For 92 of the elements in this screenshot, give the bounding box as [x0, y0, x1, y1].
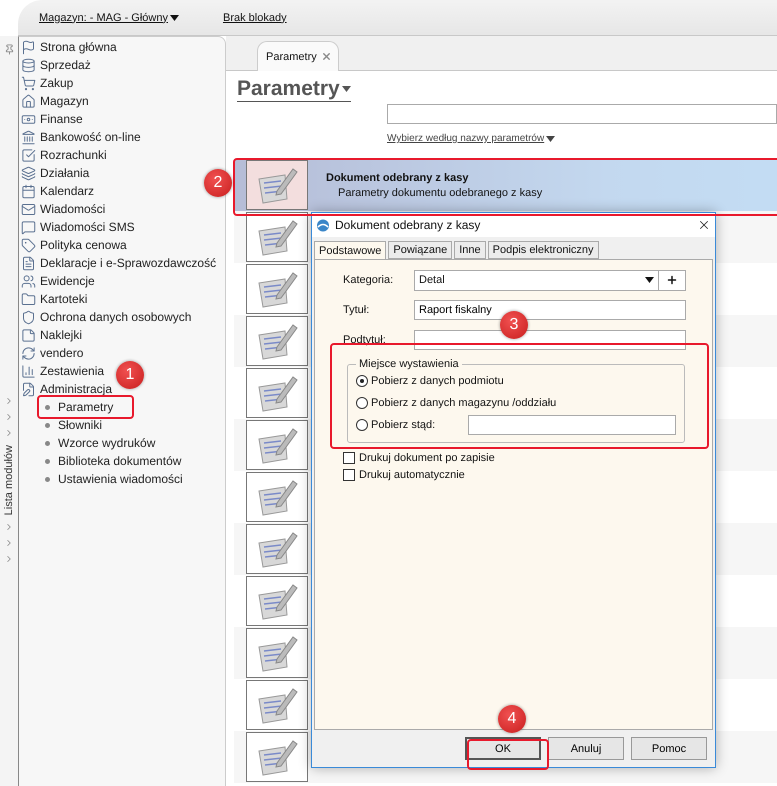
- radio-label[interactable]: Pobierz z danych magazynu /oddziału: [371, 397, 556, 409]
- sidebar-item[interactable]: Rozrachunki: [40, 148, 107, 162]
- document-icon: [21, 256, 36, 270]
- sidebar-item[interactable]: vendero: [40, 346, 84, 360]
- cart-icon: [21, 76, 36, 90]
- sidebar-item[interactable]: Ewidencje: [40, 274, 95, 288]
- sidebar-subitem[interactable]: Ustawienia wiadomości: [58, 472, 183, 486]
- lock-status-link[interactable]: Brak blokady: [222, 12, 287, 24]
- parameter-row[interactable]: Dokument odebrany z kasy Parametry dokumentu odebranego z kasy: [234, 159, 777, 211]
- envelope-icon: [21, 202, 36, 216]
- dialog-title: Dokument odebrany z kasy: [335, 218, 482, 232]
- filter-link[interactable]: Wybierz według nazwy parametrów: [387, 133, 556, 144]
- sidebar-item[interactable]: Kartoteki: [40, 292, 88, 306]
- warehouse-selector[interactable]: Magazyn: - MAG - Główny: [39, 12, 179, 24]
- caret-icon: [170, 14, 179, 20]
- sidebar-subitem[interactable]: Wzorce wydruków: [58, 436, 156, 450]
- dialog-button[interactable]: Pomoc: [631, 737, 707, 760]
- field-label: Podtytuł:: [343, 334, 387, 346]
- sidebar-item[interactable]: Deklaracje i e-Sprawozdawczość: [40, 256, 216, 270]
- note-icon: [21, 328, 36, 342]
- cycle-icon: [21, 346, 36, 360]
- sidebar-item[interactable]: Bankowość on-line: [40, 130, 141, 144]
- folder-icon: [21, 292, 36, 306]
- checkbox[interactable]: [343, 452, 355, 464]
- parameter-description: Parametry dokumentu odebranego z kasy: [337, 186, 542, 198]
- radio-label[interactable]: Pobierz z danych podmiotu: [371, 375, 504, 387]
- dialog-button[interactable]: OK: [465, 737, 541, 760]
- close-icon[interactable]: [697, 218, 711, 232]
- bullet-icon: [45, 440, 50, 446]
- sidebar-item[interactable]: Sprzedaż: [40, 58, 91, 72]
- radio-button[interactable]: [356, 397, 368, 409]
- radio-button[interactable]: [356, 419, 368, 431]
- calendar-icon: [21, 184, 36, 198]
- sidebar-subitem[interactable]: Słowniki: [58, 418, 102, 432]
- add-button[interactable]: [659, 270, 686, 290]
- document-pencil-icon: [21, 382, 36, 396]
- sidebar-item[interactable]: Naklejki: [40, 328, 82, 342]
- checkbox[interactable]: [343, 468, 355, 480]
- sidebar-subitem[interactable]: Parametry: [58, 400, 114, 414]
- field-label: Tytuł:: [343, 304, 370, 316]
- group-legend: Miejsce wystawienia: [356, 358, 462, 370]
- flag-icon: [21, 40, 36, 54]
- dialog-tab[interactable]: Inne: [454, 241, 486, 259]
- bullet-icon: [45, 404, 50, 410]
- input-field[interactable]: [468, 415, 676, 435]
- dialog-tab[interactable]: Powiązane: [388, 241, 452, 259]
- page-heading[interactable]: Parametry: [237, 77, 351, 102]
- checkbox-icon: [21, 148, 36, 162]
- sidebar-item[interactable]: Zestawienia: [40, 364, 104, 378]
- bullet-icon: [45, 458, 50, 464]
- sidebar-item[interactable]: Finanse: [40, 112, 83, 126]
- message-icon: [21, 220, 36, 234]
- sidebar-item[interactable]: Wiadomości SMS: [40, 220, 135, 234]
- sidebar-item[interactable]: Wiadomości: [40, 202, 106, 216]
- checkbox-label[interactable]: Drukuj dokument po zapisie: [359, 452, 495, 464]
- app-logo-icon: [316, 218, 330, 232]
- bullet-icon: [45, 422, 50, 428]
- shield-icon: [21, 310, 36, 324]
- plus-icon: [666, 274, 678, 286]
- database-icon: [21, 58, 36, 72]
- radio-button[interactable]: [356, 375, 368, 387]
- tag-icon: [21, 238, 36, 252]
- search-field[interactable]: [387, 104, 777, 124]
- caret-icon: [546, 136, 556, 142]
- tab[interactable]: Parametry: [257, 41, 339, 71]
- dialog-tab[interactable]: Podpis elektroniczny: [488, 241, 599, 259]
- sidebar-item[interactable]: Polityka cenowa: [40, 238, 127, 252]
- field-label: Kategoria:: [343, 274, 394, 286]
- module-list-label[interactable]: Lista modułów: [3, 445, 15, 516]
- house-icon: [21, 94, 36, 108]
- chart-icon: [21, 364, 36, 378]
- sidebar-item[interactable]: Zakup: [40, 76, 74, 90]
- category-select[interactable]: Detal: [414, 270, 659, 290]
- bullet-icon: [45, 476, 50, 482]
- bank-icon: [21, 130, 36, 144]
- dialog-button[interactable]: Anuluj: [548, 737, 624, 760]
- pin-icon[interactable]: [4, 44, 14, 55]
- sidebar-item[interactable]: Działania: [40, 166, 90, 180]
- layers-icon: [21, 166, 36, 180]
- sidebar-subitem[interactable]: Biblioteka dokumentów: [58, 454, 182, 468]
- parameter-title: Dokument odebrany z kasy: [326, 172, 470, 184]
- sidebar-item[interactable]: Kalendarz: [40, 184, 94, 198]
- sidebar-item[interactable]: Strona główna: [40, 40, 117, 54]
- people-icon: [21, 274, 36, 288]
- caret-icon: [342, 86, 351, 92]
- sidebar-item[interactable]: Administracja: [40, 382, 112, 396]
- checkbox-label[interactable]: Drukuj automatycznie: [359, 468, 465, 480]
- dialog-tab[interactable]: Podstawowe: [314, 241, 386, 259]
- sidebar-item[interactable]: Ochrona danych osobowych: [40, 310, 192, 324]
- caret-icon: [645, 277, 654, 283]
- radio-label[interactable]: Pobierz stąd:: [371, 419, 436, 431]
- sidebar-item[interactable]: Magazyn: [40, 94, 89, 108]
